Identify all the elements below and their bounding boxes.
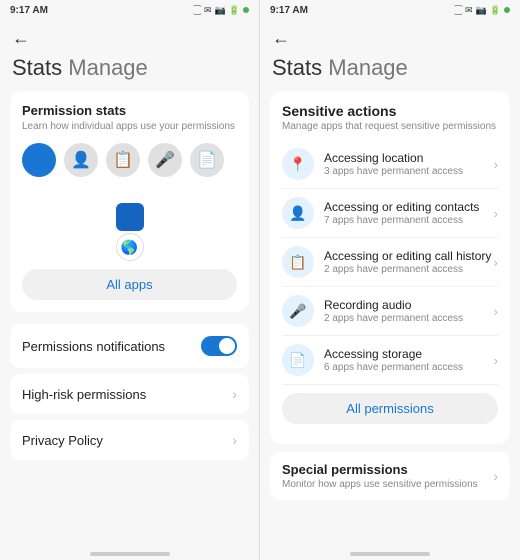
- permission-stats-card: Permission stats Learn how individual ap…: [10, 91, 249, 312]
- calls-desc: 2 apps have permanent access: [324, 264, 494, 275]
- calls-name: Accessing or editing call history: [324, 249, 494, 265]
- signal-dot: [243, 7, 249, 13]
- sensitive-title: Sensitive actions: [282, 103, 498, 119]
- perm-icon-calls[interactable]: 📋: [106, 143, 140, 177]
- calls-chevron: ›: [494, 255, 498, 270]
- privacy-policy-row[interactable]: Privacy Policy ›: [10, 420, 249, 460]
- storage-icon: 📄: [282, 344, 314, 376]
- perm-icon-storage[interactable]: 📄: [190, 143, 224, 177]
- audio-desc: 2 apps have permanent access: [324, 313, 494, 324]
- special-title: Special permissions: [282, 462, 478, 477]
- page-title-right: Stats Manage: [260, 53, 520, 91]
- status-icons-left: ⁐ ✉ 📷 🔋: [194, 5, 249, 16]
- location-chevron: ›: [494, 157, 498, 172]
- time-right: 9:17 AM: [270, 5, 308, 16]
- perm-icon-contact[interactable]: 👤: [64, 143, 98, 177]
- location-name: Accessing location: [324, 151, 494, 167]
- perm-icon-location[interactable]: 👤: [22, 143, 56, 177]
- back-button-right[interactable]: ←: [260, 20, 520, 53]
- audio-name: Recording audio: [324, 298, 494, 314]
- privacy-policy-chevron: ›: [232, 432, 237, 448]
- signal-dot-right: [504, 7, 510, 13]
- permissions-notifications-row[interactable]: Permissions notifications: [10, 324, 249, 368]
- special-permissions-section[interactable]: Special permissions Monitor how apps use…: [270, 452, 510, 500]
- page-title-left: Stats Manage: [0, 53, 259, 91]
- permissions-toggle[interactable]: [201, 336, 237, 356]
- card-title: Permission stats: [22, 103, 237, 118]
- location-icon: 📍: [282, 148, 314, 180]
- content-right: Sensitive actions Manage apps that reque…: [260, 91, 520, 546]
- right-panel: 9:17 AM ⁐ ✉ 📷 🔋 ← Stats Manage Sensitive…: [260, 0, 520, 560]
- storage-desc: 6 apps have permanent access: [324, 362, 494, 373]
- sensitive-subtitle: Manage apps that request sensitive permi…: [282, 121, 498, 132]
- audio-icon: 🎤: [282, 295, 314, 327]
- content-left: Permission stats Learn how individual ap…: [0, 91, 259, 546]
- time-left: 9:17 AM: [10, 5, 48, 16]
- permissions-notifications-label: Permissions notifications: [22, 339, 165, 354]
- high-risk-row[interactable]: High-risk permissions ›: [10, 374, 249, 414]
- perm-audio[interactable]: 🎤 Recording audio 2 apps have permanent …: [282, 287, 498, 336]
- sensitive-actions-card: Sensitive actions Manage apps that reque…: [270, 91, 510, 444]
- perm-calls[interactable]: 📋 Accessing or editing call history 2 ap…: [282, 238, 498, 287]
- special-chevron: ›: [493, 468, 498, 484]
- contacts-name: Accessing or editing contacts: [324, 200, 494, 216]
- high-risk-label: High-risk permissions: [22, 387, 146, 402]
- perm-icon-mic[interactable]: 🎤: [148, 143, 182, 177]
- contacts-chevron: ›: [494, 206, 498, 221]
- calls-icon: 📋: [282, 246, 314, 278]
- bottom-bar-right: [350, 552, 430, 556]
- apps-visual: 🌎: [22, 189, 237, 269]
- special-subtitle: Monitor how apps use sensitive permissio…: [282, 479, 478, 490]
- status-bar-right: 9:17 AM ⁐ ✉ 📷 🔋: [260, 0, 520, 20]
- audio-chevron: ›: [494, 304, 498, 319]
- perm-location[interactable]: 📍 Accessing location 3 apps have permane…: [282, 140, 498, 189]
- contacts-desc: 7 apps have permanent access: [324, 215, 494, 226]
- privacy-policy-label: Privacy Policy: [22, 433, 103, 448]
- perm-storage[interactable]: 📄 Accessing storage 6 apps have permanen…: [282, 336, 498, 385]
- location-desc: 3 apps have permanent access: [324, 166, 494, 177]
- contacts-icon: 👤: [282, 197, 314, 229]
- status-icons-right: ⁐ ✉ 📷 🔋: [455, 5, 510, 16]
- all-apps-button[interactable]: All apps: [22, 269, 237, 300]
- perm-icons-row: 👤 👤 📋 🎤 📄: [22, 143, 237, 177]
- storage-chevron: ›: [494, 353, 498, 368]
- bottom-bar-left: [90, 552, 170, 556]
- high-risk-chevron: ›: [232, 386, 237, 402]
- status-bar-left: 9:17 AM ⁐ ✉ 📷 🔋: [0, 0, 259, 20]
- app-icon-google: 🌎: [116, 233, 144, 261]
- back-button[interactable]: ←: [0, 20, 259, 53]
- storage-name: Accessing storage: [324, 347, 494, 363]
- card-subtitle: Learn how individual apps use your permi…: [22, 120, 237, 133]
- left-panel: 9:17 AM ⁐ ✉ 📷 🔋 ← Stats Manage Permissio…: [0, 0, 260, 560]
- perm-contacts[interactable]: 👤 Accessing or editing contacts 7 apps h…: [282, 189, 498, 238]
- app-icon-blue: [116, 203, 144, 231]
- all-permissions-button[interactable]: All permissions: [282, 393, 498, 424]
